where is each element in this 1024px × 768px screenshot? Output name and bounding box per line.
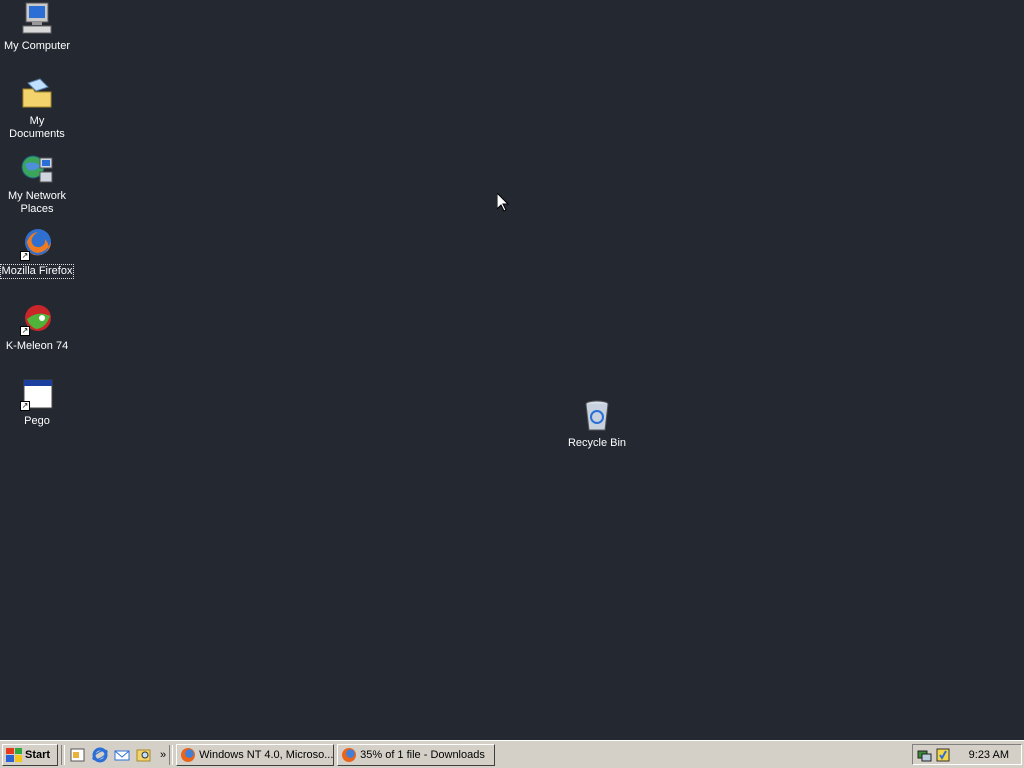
start-button[interactable]: Start [2,743,58,766]
system-tray: 9:23 AM [912,744,1022,765]
desktop[interactable]: My Computer My Documents My Network Plac… [0,0,1024,740]
firefox-icon: ↗ [20,227,54,261]
folder-documents-icon [20,77,54,111]
desktop-icon-recycle-bin[interactable]: Recycle Bin [560,399,634,450]
taskbar-button-downloads[interactable]: 35% of 1 file - Downloads [337,743,496,766]
outlook-express-icon[interactable] [114,747,130,763]
icon-label: Recycle Bin [567,437,627,449]
firefox-icon [181,747,196,762]
shortcut-arrow-icon: ↗ [20,401,30,411]
taskbar-button-label: 35% of 1 file - Downloads [360,748,485,761]
network-globe-icon [20,152,54,186]
network-connection-icon[interactable] [917,748,933,762]
mouse-cursor-icon [497,193,509,212]
show-desktop-icon[interactable] [70,747,86,763]
taskbar-button-windows-nt[interactable]: Windows NT 4.0, Microso... [176,743,335,766]
desktop-icon-k-meleon[interactable]: ↗ K-Meleon 74 [0,302,74,353]
security-status-icon[interactable] [935,748,951,762]
icon-label: My Network Places [7,190,67,215]
search-icon[interactable] [136,747,152,763]
taskbar: Start » Windows NT 4.0, Microso... 35% o… [0,740,1024,768]
quick-launch: » [70,747,166,763]
icon-label: K-Meleon 74 [5,340,69,352]
desktop-icon-pego[interactable]: ↗ Pego [0,377,74,428]
quick-launch-overflow-chevron[interactable]: » [160,749,166,761]
recycle-bin-icon [580,399,614,433]
windows-logo-icon [6,747,22,762]
shortcut-arrow-icon: ↗ [20,251,30,261]
taskbar-separator [169,744,174,765]
desktop-icon-my-computer[interactable]: My Computer [0,2,74,53]
icon-label: My Documents [9,115,65,140]
desktop-icon-my-documents[interactable]: My Documents [0,77,74,141]
k-meleon-icon: ↗ [20,302,54,336]
computer-icon [20,2,54,36]
icon-label: Pego [24,415,50,427]
desktop-icon-mozilla-firefox[interactable]: ↗ Mozilla Firefox [0,227,75,279]
firefox-icon [342,747,357,762]
taskbar-button-label: Windows NT 4.0, Microso... [199,748,334,761]
icon-label: Mozilla Firefox [0,264,75,279]
shortcut-arrow-icon: ↗ [20,326,30,336]
taskbar-separator [61,744,65,765]
internet-explorer-icon[interactable] [92,747,108,763]
desktop-icon-my-network-places[interactable]: My Network Places [0,152,74,216]
start-label: Start [25,748,51,761]
application-window-icon: ↗ [20,377,54,411]
clock[interactable]: 9:23 AM [969,749,1009,761]
icon-label: My Computer [3,40,71,52]
